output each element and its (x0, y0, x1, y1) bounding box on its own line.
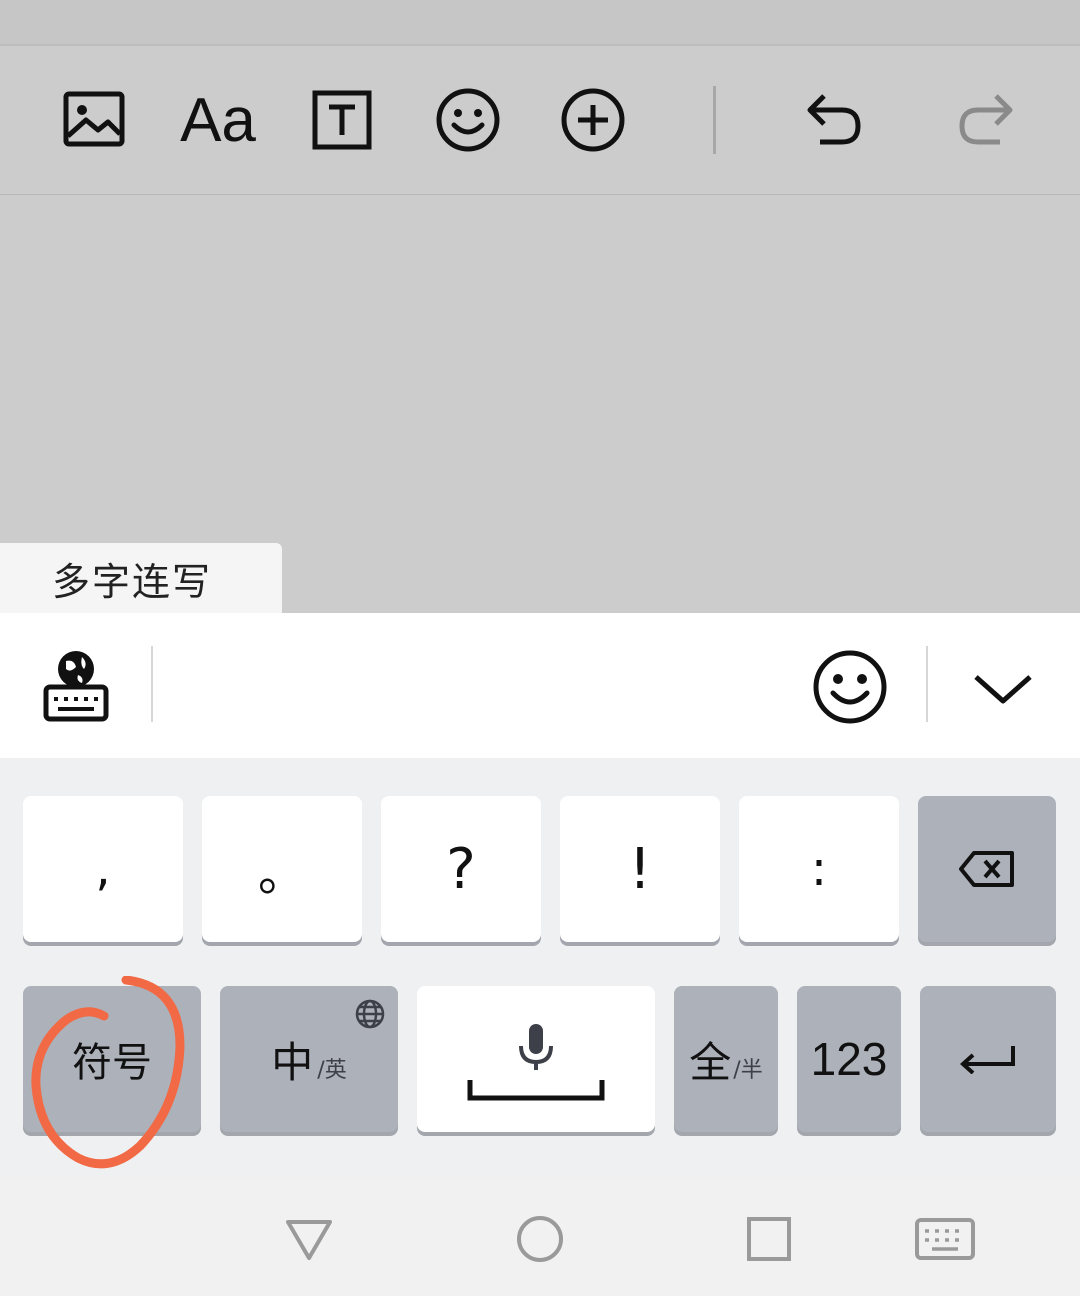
microphone-icon (517, 1022, 555, 1076)
backspace-key[interactable] (918, 796, 1056, 942)
globe-icon (354, 998, 386, 1034)
editor-toolbar: Aa (0, 46, 1080, 195)
key-sublabel: /英 (317, 1058, 347, 1083)
multi-char-suggestion[interactable]: 多字连写 (0, 543, 282, 613)
key-label: 中 (271, 1037, 314, 1087)
key-label: , (95, 841, 111, 897)
suggestion-label: 多字连写 (52, 559, 213, 604)
text-box-icon[interactable] (300, 78, 384, 162)
key-label: 。 (257, 846, 306, 902)
emoji-icon[interactable] (426, 78, 510, 162)
keyboard-globe-icon[interactable] (40, 647, 112, 723)
key-label: 123 (810, 1033, 888, 1085)
candidate-divider-left (151, 646, 153, 722)
key-label: : (810, 841, 828, 897)
space-key[interactable] (417, 986, 655, 1132)
home-circle-icon[interactable] (510, 1212, 570, 1266)
key-sublabel: /半 (733, 1058, 763, 1083)
collapse-chevron-icon[interactable] (972, 669, 1034, 709)
space-bar-icon (467, 1078, 605, 1106)
top-strip (0, 0, 1080, 44)
full-half-width-key[interactable]: 全 /半 (674, 986, 778, 1132)
key-label: ! (628, 836, 652, 902)
candidate-bar (0, 613, 1080, 758)
redo-icon[interactable] (944, 78, 1028, 162)
enter-key[interactable] (920, 986, 1056, 1132)
toolbar-divider (713, 86, 716, 154)
key-label: 全 (689, 1037, 732, 1087)
add-icon[interactable] (551, 78, 635, 162)
backspace-icon (959, 851, 1014, 887)
keyboard: , 。 ? ! : 符号 中 /英 全 /半 123 (0, 758, 1080, 1178)
system-navigation-bar (0, 1178, 1080, 1296)
back-triangle-icon[interactable] (279, 1212, 339, 1266)
key-comma[interactable]: , (23, 796, 183, 942)
font-style-icon[interactable]: Aa (176, 78, 260, 162)
font-style-label: Aa (180, 85, 256, 155)
undo-icon[interactable] (792, 78, 876, 162)
key-period[interactable]: 。 (202, 796, 362, 942)
keyboard-toggle-icon[interactable] (912, 1212, 978, 1266)
candidate-divider-right (926, 646, 928, 722)
numbers-key[interactable]: 123 (797, 986, 901, 1132)
key-question[interactable]: ? (381, 796, 541, 942)
lang-switch-key[interactable]: 中 /英 (220, 986, 398, 1132)
recents-square-icon[interactable] (739, 1212, 799, 1266)
enter-icon (960, 1046, 1015, 1074)
emoji-icon[interactable] (812, 649, 888, 725)
symbols-key[interactable]: 符号 (23, 986, 201, 1132)
key-exclamation[interactable]: ! (560, 796, 720, 942)
key-colon[interactable]: : (739, 796, 899, 942)
key-label: 符号 (72, 1040, 152, 1086)
key-label: ? (446, 836, 476, 902)
image-icon[interactable] (52, 78, 136, 162)
